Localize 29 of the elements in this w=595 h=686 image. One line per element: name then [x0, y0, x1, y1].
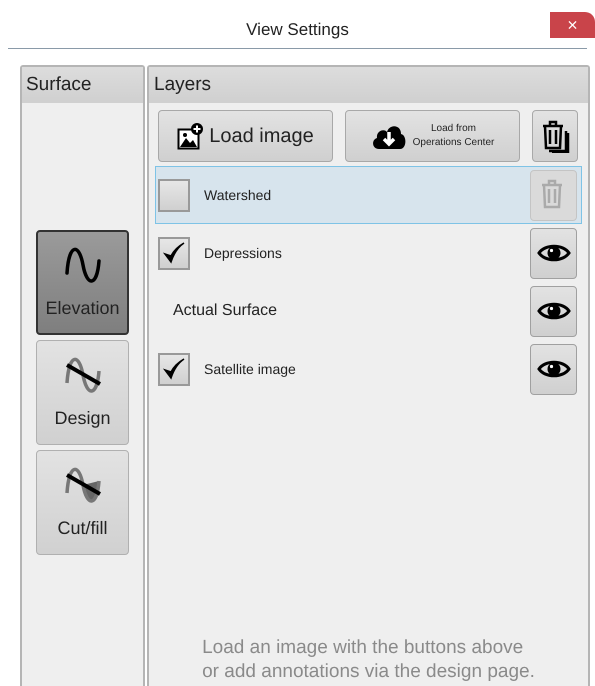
- layer-checkbox[interactable]: [158, 352, 190, 386]
- close-button[interactable]: ×: [550, 12, 595, 38]
- delete-all-button[interactable]: [532, 110, 578, 162]
- layer-label: Satellite image: [204, 360, 296, 379]
- stacked-trash-icon: [540, 119, 570, 153]
- surface-mode-button[interactable]: Cut/fill: [36, 450, 129, 555]
- surface-header: Surface: [26, 72, 92, 97]
- layer-checkbox[interactable]: [158, 236, 190, 270]
- eye-icon: [536, 300, 570, 322]
- layer-row[interactable]: Watershed: [155, 166, 582, 224]
- checkmark-icon: [163, 357, 185, 381]
- empty-hint: Load an image with the buttons above or add annotations via the design page.: [202, 636, 535, 684]
- layer-checkbox[interactable]: [158, 178, 190, 212]
- load-image-button[interactable]: Load image: [158, 110, 333, 162]
- visibility-button[interactable]: [530, 344, 577, 394]
- window-title: View Settings: [246, 19, 349, 42]
- layer-label: Watershed: [204, 186, 272, 204]
- image-add-icon: [177, 122, 204, 150]
- checkmark-icon: [163, 241, 185, 265]
- layer-label: Depressions: [204, 244, 282, 263]
- layers-header: Layers: [154, 72, 212, 97]
- visibility-button[interactable]: [530, 228, 577, 278]
- surface-mode-button[interactable]: Elevation: [36, 230, 129, 335]
- eye-icon: [536, 242, 570, 264]
- surface-mode-button[interactable]: Design: [36, 340, 129, 445]
- layer-label: Actual Surface: [173, 301, 278, 321]
- load-from-cloud-button[interactable]: Load from Operations Center: [345, 110, 520, 162]
- visibility-button[interactable]: [530, 286, 577, 336]
- eye-icon: [536, 358, 570, 380]
